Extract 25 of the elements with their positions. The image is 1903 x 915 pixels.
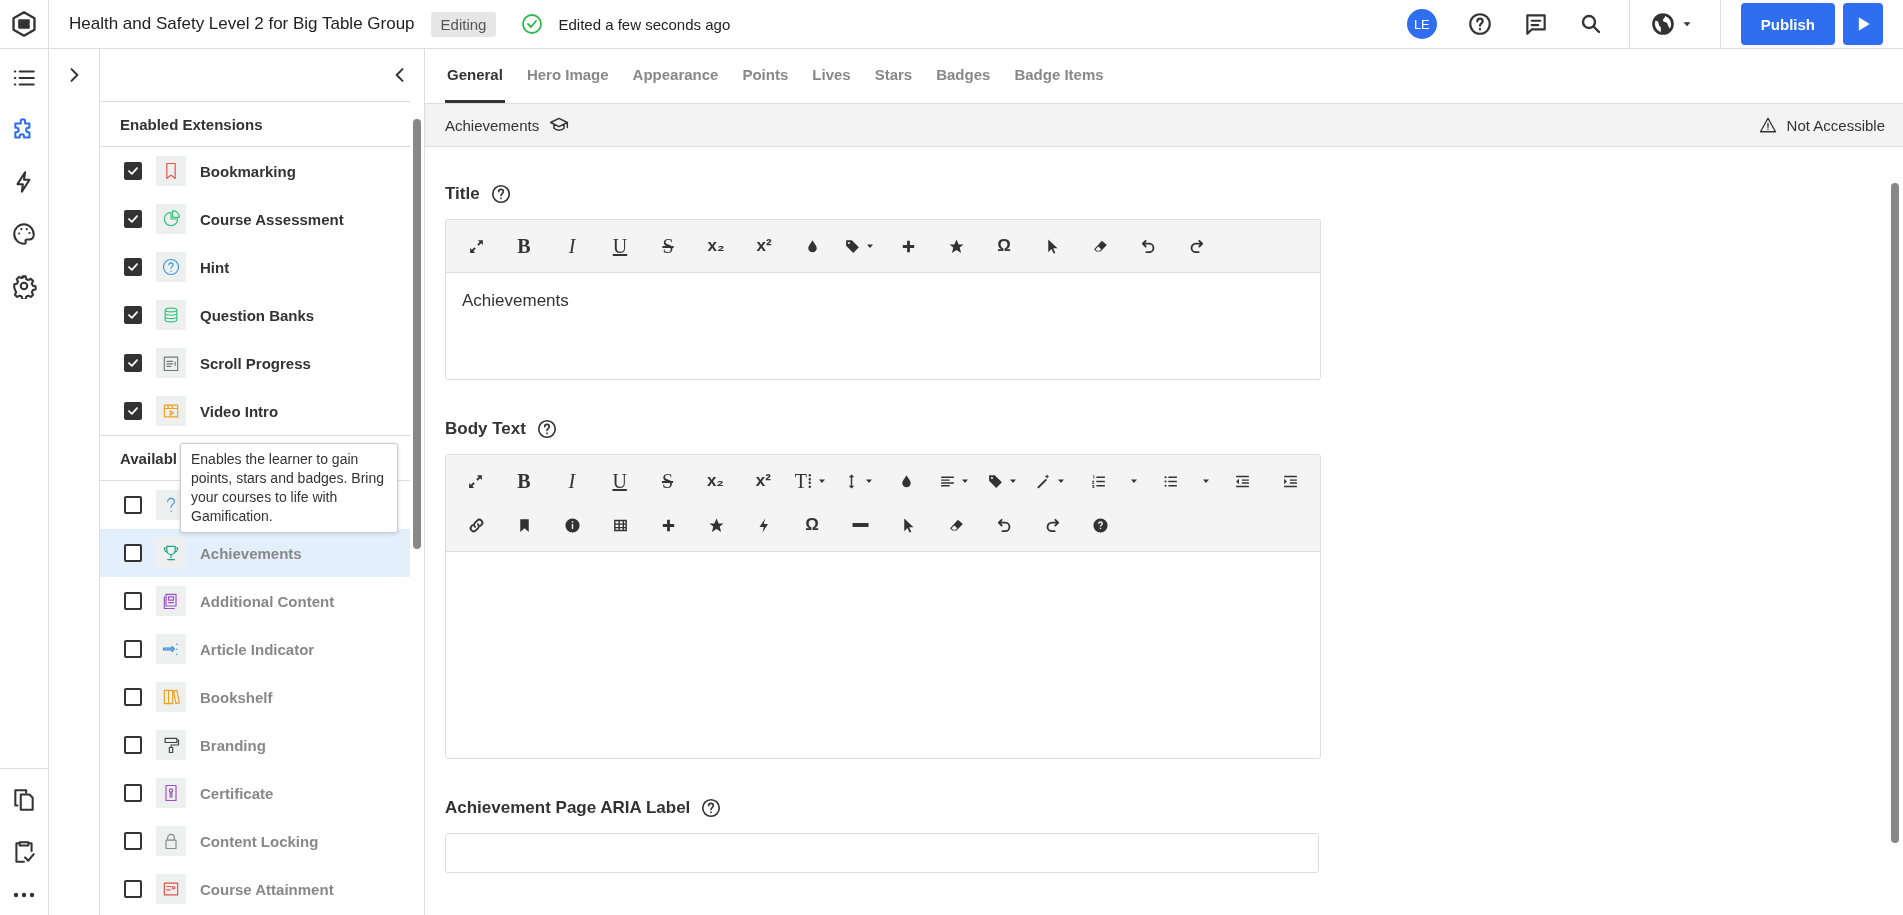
extension-name: Achievements: [200, 544, 302, 562]
course-title: Health and Safety Level 2 for Big Table Group: [69, 14, 415, 34]
field-label: Title: [445, 184, 480, 204]
save-status: Edited a few seconds ago: [558, 15, 731, 33]
field-label: Achievement Page ARIA Label: [445, 798, 691, 818]
extension-name: Branding: [200, 736, 266, 754]
accessibility-status: Not Accessible: [1786, 116, 1885, 134]
extension-name: Article Indicator: [200, 640, 315, 658]
extension-name: Additional Content: [200, 592, 335, 610]
extension-name: Course Attainment: [200, 880, 334, 898]
section-heading: Availabl: [120, 449, 177, 467]
extension-name: Video Intro: [200, 402, 279, 420]
extension-name: Scroll Progress: [200, 354, 311, 372]
extension-name: Certificate: [200, 784, 274, 802]
section-heading: Enabled Extensions: [120, 115, 263, 133]
extension-name: Hint: [200, 258, 230, 276]
extension-name: Bookshelf: [200, 688, 273, 706]
field-label: Body Text: [445, 419, 526, 439]
extension-name: Bookmarking: [200, 162, 296, 180]
extension-name: Question Banks: [200, 306, 315, 324]
tooltip: Enables the learner to gain points, stars and badges. Bring your courses to life with Gamification.: [180, 443, 398, 533]
extension-name: Course Assessment: [200, 210, 344, 228]
breadcrumb: Achievements: [445, 116, 540, 134]
extension-name: Content Locking: [200, 832, 319, 850]
status-badge: Editing: [430, 11, 497, 37]
